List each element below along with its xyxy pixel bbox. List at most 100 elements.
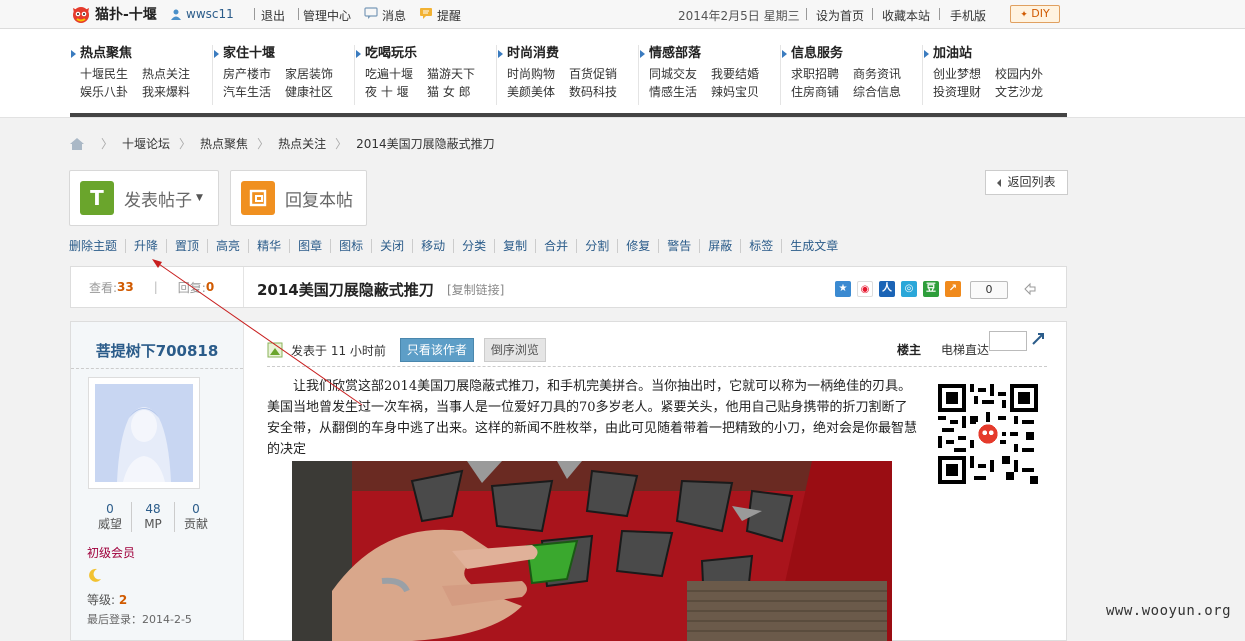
nav-link[interactable]: 情感生活 <box>649 84 711 100</box>
mod-category[interactable]: 分类 <box>453 239 494 253</box>
nav-link[interactable]: 汽车生活 <box>223 84 285 100</box>
nav-group-title[interactable]: 热点聚焦 <box>70 45 212 63</box>
floor-jump-input[interactable] <box>989 331 1027 351</box>
post-floor-1: 菩提树下700818 0 威望 48 MP 0 贡献 初级会员 等级: 2 最后… <box>70 321 1067 641</box>
nav-link[interactable]: 夜 十 堰 <box>365 84 427 100</box>
stat-prestige[interactable]: 0 威望 <box>89 502 131 532</box>
mod-sticky[interactable]: 置顶 <box>166 239 207 253</box>
admin-center-link[interactable]: 管理中心 <box>303 7 351 24</box>
share-arrow-icon[interactable] <box>1023 282 1037 296</box>
breadcrumb-item[interactable]: 热点关注 <box>278 135 326 152</box>
cat-mascot-icon <box>73 7 89 23</box>
mod-split[interactable]: 分割 <box>576 239 617 253</box>
nav-link[interactable]: 娱乐八卦 <box>80 84 142 100</box>
mod-digest[interactable]: 精华 <box>248 239 289 253</box>
nav-link[interactable]: 综合信息 <box>853 84 915 100</box>
nav-link[interactable]: 健康社区 <box>285 84 347 100</box>
nav-link[interactable]: 家居装饰 <box>285 66 347 82</box>
new-post-button[interactable]: T 发表帖子 ▼ <box>69 170 219 226</box>
username[interactable]: wwsc11 <box>186 7 234 21</box>
nav-group-title[interactable]: 信息服务 <box>781 45 923 63</box>
current-user[interactable]: wwsc11 <box>170 7 234 21</box>
nav-group-title[interactable]: 家住十堰 <box>213 45 355 63</box>
douban-share-icon[interactable]: 豆 <box>923 281 939 297</box>
nav-link[interactable]: 校园内外 <box>995 66 1057 82</box>
site-logo[interactable]: 猫扑-十堰 <box>70 3 157 25</box>
mod-icon[interactable]: 图标 <box>330 239 371 253</box>
weibo-share-icon[interactable]: ◉ <box>857 281 873 297</box>
nav-link[interactable]: 十堰民生 <box>80 66 142 82</box>
breadcrumb-item[interactable]: 十堰论坛 <box>122 135 170 152</box>
nav-group-title[interactable]: 吃喝玩乐 <box>355 45 497 63</box>
nav-link[interactable]: 吃遍十堰 <box>365 66 427 82</box>
replies-count: 0 <box>205 280 215 294</box>
logout-link[interactable]: 退出 <box>261 7 285 24</box>
mod-block[interactable]: 屏蔽 <box>699 239 740 253</box>
nav-group-title[interactable]: 情感部落 <box>639 45 781 63</box>
author-sidebar: 菩提树下700818 0 威望 48 MP 0 贡献 初级会员 等级: 2 最后… <box>71 322 244 640</box>
mod-stamp[interactable]: 图章 <box>289 239 330 253</box>
author-only-button[interactable]: 只看该作者 <box>399 338 474 362</box>
nav-link[interactable]: 创业梦想 <box>933 66 995 82</box>
nav-link[interactable]: 辣妈宝贝 <box>711 84 773 100</box>
nav-group-title[interactable]: 时尚消费 <box>497 45 639 63</box>
nav-link[interactable]: 猫游天下 <box>427 66 489 82</box>
home-icon[interactable] <box>70 137 84 150</box>
nav-link[interactable]: 房产楼市 <box>223 66 285 82</box>
mod-merge[interactable]: 合并 <box>535 239 576 253</box>
user-icon <box>171 9 181 20</box>
stat-label: MP <box>144 517 162 531</box>
set-homepage-link[interactable]: 设为首页 <box>816 7 864 24</box>
mod-warn[interactable]: 警告 <box>658 239 699 253</box>
mod-make-article[interactable]: 生成文章 <box>781 239 846 253</box>
qzone-share-icon[interactable]: ★ <box>835 281 851 297</box>
nav-link[interactable]: 住房商铺 <box>791 84 853 100</box>
nav-link[interactable]: 求职招聘 <box>791 66 853 82</box>
mod-move[interactable]: 移动 <box>412 239 453 253</box>
nav-link[interactable]: 美颜美体 <box>507 84 569 100</box>
copy-link[interactable]: [复制链接] <box>447 281 504 298</box>
nav-group-title[interactable]: 加油站 <box>923 45 1068 63</box>
breadcrumb-current[interactable]: 2014美国刀展隐蔽式推刀 <box>356 135 495 152</box>
reminders-link[interactable]: 提醒 <box>437 7 461 24</box>
bookmark-site-link[interactable]: 收藏本站 <box>882 7 930 24</box>
breadcrumb-item[interactable]: 热点聚焦 <box>200 135 248 152</box>
stat-contribution[interactable]: 0 贡献 <box>174 502 217 532</box>
nav-group-services: 信息服务 求职招聘 商务资讯 住房商铺 综合信息 <box>780 45 923 105</box>
nav-link[interactable]: 时尚购物 <box>507 66 569 82</box>
renren-share-icon[interactable]: 人 <box>879 281 895 297</box>
nav-link[interactable]: 同城交友 <box>649 66 711 82</box>
nav-link[interactable]: 我要结婚 <box>711 66 773 82</box>
author-name[interactable]: 菩提树下700818 <box>71 340 243 361</box>
mod-delete-thread[interactable]: 删除主题 <box>69 239 125 253</box>
post-photo[interactable] <box>292 461 892 641</box>
nav-link[interactable]: 投资理财 <box>933 84 995 100</box>
mobile-version-link[interactable]: 手机版 <box>950 7 986 24</box>
avatar[interactable] <box>88 377 200 489</box>
nav-group-food: 吃喝玩乐 吃遍十堰 猫游天下 夜 十 堰 猫 女 郎 <box>354 45 497 105</box>
caret-down-icon[interactable]: ▼ <box>196 193 203 203</box>
mod-highlight[interactable]: 高亮 <box>207 239 248 253</box>
nav-link[interactable]: 热点关注 <box>142 66 204 82</box>
back-to-list-button[interactable]: 返回列表 <box>985 170 1068 195</box>
nav-link[interactable]: 商务资讯 <box>853 66 915 82</box>
reverse-order-button[interactable]: 倒序浏览 <box>483 338 546 362</box>
reply-button[interactable]: 回复本帖 <box>230 170 367 226</box>
mod-bump[interactable]: 升降 <box>125 239 166 253</box>
mod-close[interactable]: 关闭 <box>371 239 412 253</box>
mod-tags[interactable]: 标签 <box>740 239 781 253</box>
mod-repair[interactable]: 修复 <box>617 239 658 253</box>
share-more-icon[interactable]: ↗ <box>945 281 961 297</box>
messages-link[interactable]: 消息 <box>382 7 406 24</box>
stat-mp[interactable]: 48 MP <box>131 502 174 532</box>
mod-copy[interactable]: 复制 <box>494 239 535 253</box>
nav-link[interactable]: 猫 女 郎 <box>427 84 489 100</box>
diy-button[interactable]: ✦ DIY <box>1010 5 1060 23</box>
nav-link[interactable]: 文艺沙龙 <box>995 84 1057 100</box>
nav-link[interactable]: 数码科技 <box>569 84 631 100</box>
user-rank[interactable]: 初级会员 <box>87 544 135 561</box>
nav-link[interactable]: 我来爆料 <box>142 84 204 100</box>
nav-link[interactable]: 百货促销 <box>569 66 631 82</box>
tencent-weibo-share-icon[interactable]: ◎ <box>901 281 917 297</box>
jump-go-icon[interactable] <box>1031 332 1045 346</box>
